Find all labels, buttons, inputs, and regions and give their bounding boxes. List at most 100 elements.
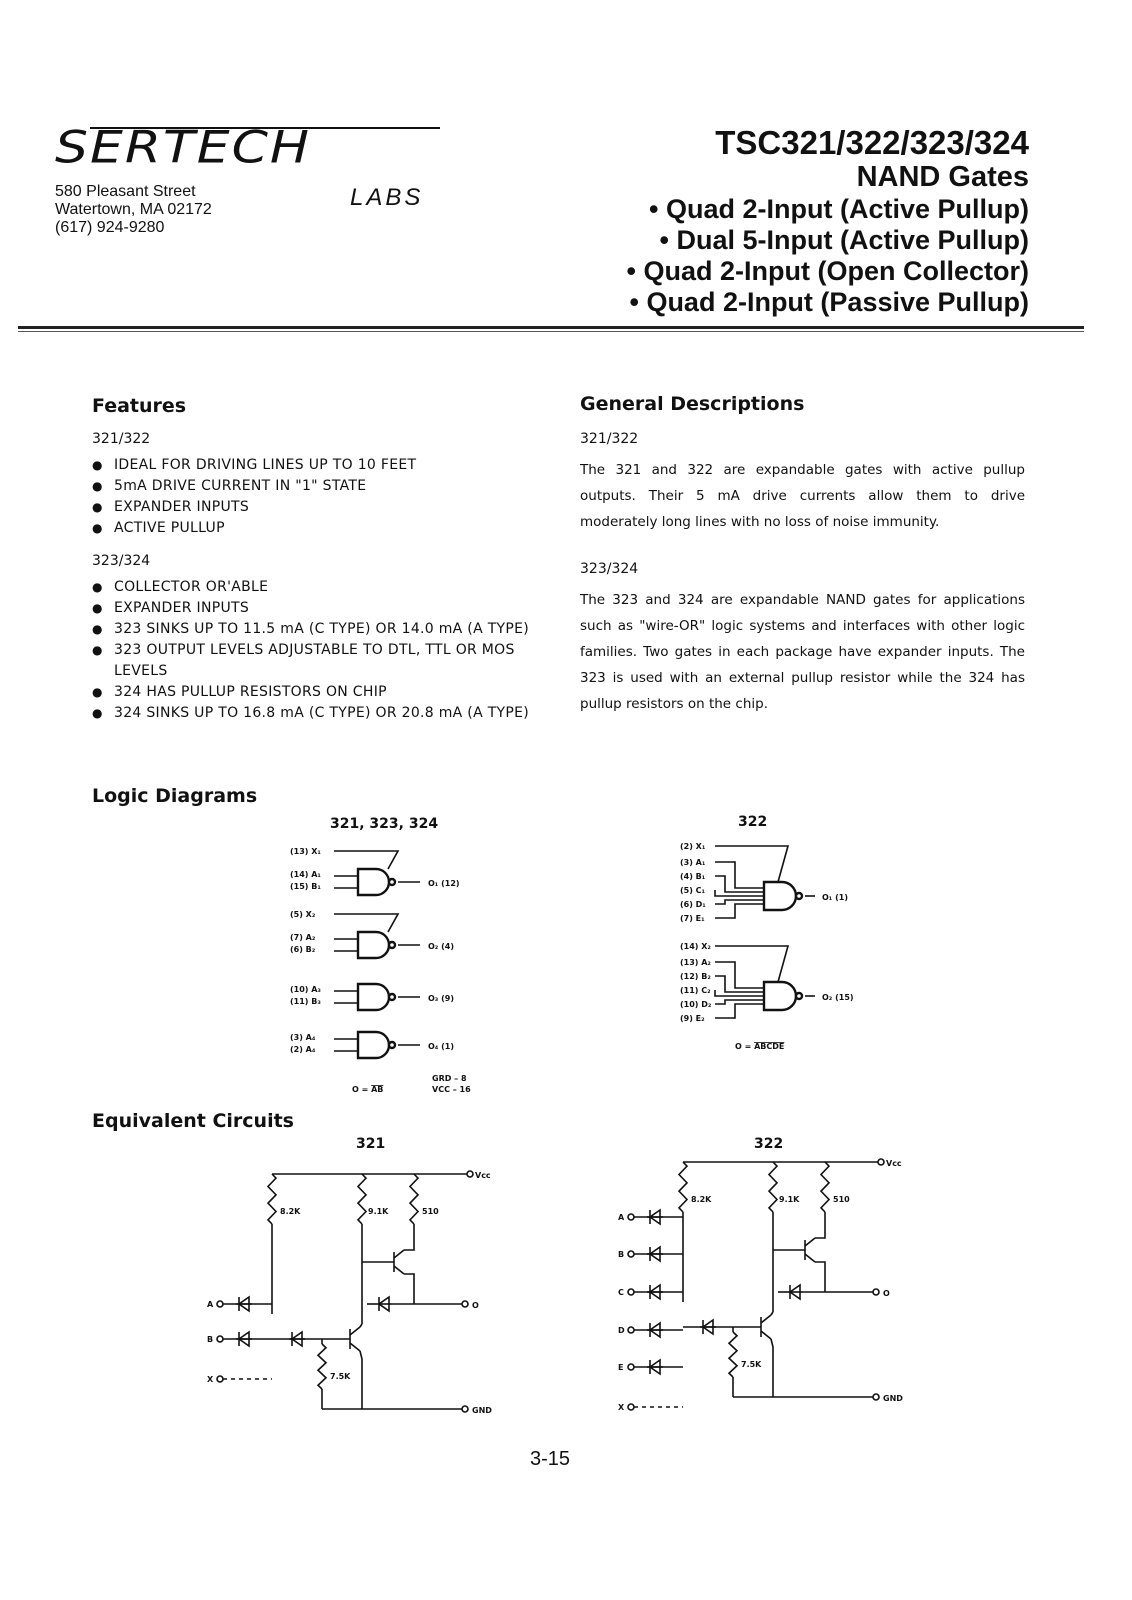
wire: [715, 845, 790, 883]
output-label: O: [883, 1289, 890, 1298]
input-label: A: [207, 1300, 214, 1309]
nand-gate: [762, 980, 798, 1012]
wire: [714, 990, 764, 997]
input-terminal: [627, 1326, 635, 1334]
pin-label: (14) X₂: [680, 942, 711, 951]
vcc-terminal: [466, 1170, 474, 1178]
wire: [770, 1338, 774, 1397]
wire: [404, 1273, 415, 1304]
output-label: O₁ (12): [428, 879, 460, 888]
inversion-bubble: [794, 991, 804, 1001]
output-terminal: [461, 1300, 469, 1308]
pin-label: (14) A₁: [290, 870, 321, 879]
circuit-caption: 322: [754, 1136, 783, 1152]
wire: [356, 1173, 368, 1225]
resistor-label: 9.1K: [368, 1207, 389, 1216]
wire: [804, 1237, 816, 1247]
pin-label: (11) C₂: [680, 986, 711, 995]
input-terminal: [216, 1300, 224, 1308]
output-terminal: [872, 1288, 880, 1296]
pin-label: (6) D₁: [680, 900, 706, 909]
wire: [404, 1224, 415, 1251]
inversion-bubble: [387, 877, 397, 887]
gnd-label: GND: [883, 1394, 903, 1403]
pin-label: (10) D₂: [680, 1000, 712, 1009]
pin-label: (13) A₂: [680, 958, 711, 967]
input-terminal: [627, 1250, 635, 1258]
output-label: O₄ (1): [428, 1042, 454, 1051]
output-label: O₂ (15): [822, 993, 854, 1002]
vcc-pin: VCC – 16: [432, 1085, 471, 1094]
input-label: E: [618, 1363, 623, 1372]
input-label: X: [618, 1403, 625, 1412]
gnd-label: GND: [472, 1406, 492, 1415]
pin-label: (9) E₂: [680, 1014, 705, 1023]
vcc-label: Vcc: [475, 1171, 491, 1180]
wire: [715, 861, 764, 889]
wire: [349, 1326, 361, 1336]
wire: [715, 1003, 764, 1019]
inversion-bubble: [387, 992, 397, 1002]
output-label: O: [472, 1301, 479, 1310]
resistor-label: 7.5K: [741, 1360, 762, 1369]
input-terminal: [627, 1213, 635, 1221]
wire: [266, 1173, 278, 1225]
pin-label: (3) A₄: [290, 1033, 316, 1042]
output-label: O₁ (1): [822, 893, 848, 902]
vcc-terminal: [877, 1158, 885, 1166]
pin-label: (5) X₂: [290, 910, 316, 919]
wire: [760, 1314, 772, 1324]
nand-gate: [762, 880, 798, 912]
pin-label: (7) A₂: [290, 933, 316, 942]
output-label: O₂ (4): [428, 942, 454, 951]
wire: [334, 850, 400, 870]
input-terminal: [216, 1335, 224, 1343]
logic-equation: O = ABCDE: [735, 1042, 784, 1051]
input-label: C: [618, 1288, 624, 1297]
input-label: B: [207, 1335, 213, 1344]
input-terminal: [216, 1375, 224, 1383]
wire: [770, 1311, 774, 1316]
pin-label: (5) C₁: [680, 886, 706, 895]
wire: [715, 875, 764, 893]
wire: [359, 1323, 363, 1328]
input-label: B: [618, 1250, 624, 1259]
wire: [804, 1253, 816, 1263]
wire: [677, 1161, 689, 1213]
wire: [715, 903, 764, 919]
wire: [760, 1330, 772, 1340]
diagram-caption: 322: [738, 814, 767, 830]
resistor-label: 8.2K: [280, 1207, 301, 1216]
wire: [815, 1261, 826, 1292]
input-label: D: [618, 1326, 625, 1335]
diagram-caption: 321, 323, 324: [330, 816, 438, 832]
pin-label: (13) X₁: [290, 847, 321, 856]
nand-gate: [356, 982, 391, 1012]
gnd-terminal: [872, 1393, 880, 1401]
output-label: O₃ (9): [428, 994, 454, 1003]
input-label: A: [618, 1213, 625, 1222]
pin-label: (2) A₄: [290, 1045, 316, 1054]
input-terminal: [627, 1288, 635, 1296]
wire: [727, 1331, 739, 1378]
pin-label: (3) A₁: [680, 858, 706, 867]
inversion-bubble: [794, 891, 804, 901]
wire: [819, 1161, 831, 1213]
resistor-label: 8.2K: [691, 1195, 712, 1204]
pin-label: (11) B₃: [290, 997, 321, 1006]
wire: [767, 1161, 779, 1213]
pin-label: (10) A₃: [290, 985, 321, 994]
gnd-terminal: [461, 1405, 469, 1413]
resistor-label: 510: [833, 1195, 850, 1204]
pin-label: (15) B₁: [290, 882, 321, 891]
wire: [715, 961, 764, 989]
wire: [715, 945, 790, 983]
input-terminal: [627, 1363, 635, 1371]
diagrams: 321, 323, 324 322 GRD – 8 VCC – 16 O = A…: [207, 814, 903, 1415]
pin-label: (12) B₂: [680, 972, 711, 981]
wire: [393, 1249, 405, 1259]
wire: [714, 890, 764, 897]
input-label: X: [207, 1375, 214, 1384]
resistor-label: 510: [422, 1207, 439, 1216]
pin-label: (4) B₁: [680, 872, 706, 881]
